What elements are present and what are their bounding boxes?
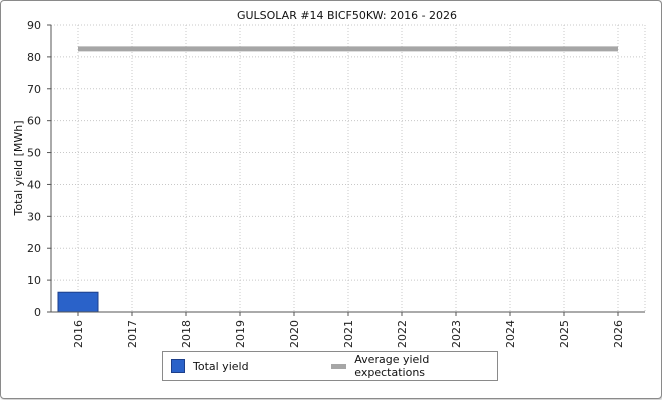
x-tick-label: 2020 [288,320,301,348]
y-tick-label: 30 [27,210,41,223]
y-tick-label: 60 [27,115,41,128]
y-tick-label: 70 [27,83,41,96]
grid-lines [51,24,646,313]
y-tick-label: 0 [34,306,41,319]
x-tick-label: 2025 [558,320,571,348]
chart-title: GULSOLAR #14 BICF50KW: 2016 - 2026 [237,9,457,22]
legend-swatch-average-yield [331,363,347,369]
y-tick-label: 80 [27,51,41,64]
x-tick-label: 2019 [234,320,247,348]
x-tick-label: 2017 [126,320,139,348]
bar [57,291,99,313]
y-axis-label: Total yield [MWh] [12,121,25,217]
bar-series [57,291,99,313]
legend-label-average-yield: Average yield expectations [354,353,430,379]
x-tick-label: 2024 [504,320,517,348]
x-tick-label: 2018 [180,320,193,348]
x-tick-label: 2021 [342,320,355,348]
y-tick-label: 10 [27,274,41,287]
y-tick-labels: 0 10 20 30 40 50 60 70 80 90 [27,19,41,319]
legend-item-average-yield: Average yield expectations [331,352,497,380]
y-tick-label: 40 [27,178,41,191]
legend-swatch-total-yield [171,359,185,373]
y-tick-label: 20 [27,242,41,255]
legend-label-total-yield: Total yield [193,359,249,373]
y-tick-label: 50 [27,147,41,160]
x-tick-label: 2026 [612,320,625,348]
x-tick-labels: 2016 2017 2018 2019 2020 2021 2022 2023 2024 2025… [72,320,625,348]
y-tick-label: 90 [27,19,41,32]
legend-item-total-yield: Total yield [171,352,249,380]
x-tick-label: 2022 [396,320,409,348]
legend: Total yield Average yield expectations [162,351,498,381]
x-tick-label: 2016 [72,320,85,348]
axes [47,24,645,316]
x-tick-label: 2023 [450,320,463,348]
yield-chart: GULSOLAR #14 BICF50KW: 2016 - 2026 Total… [12,9,646,348]
